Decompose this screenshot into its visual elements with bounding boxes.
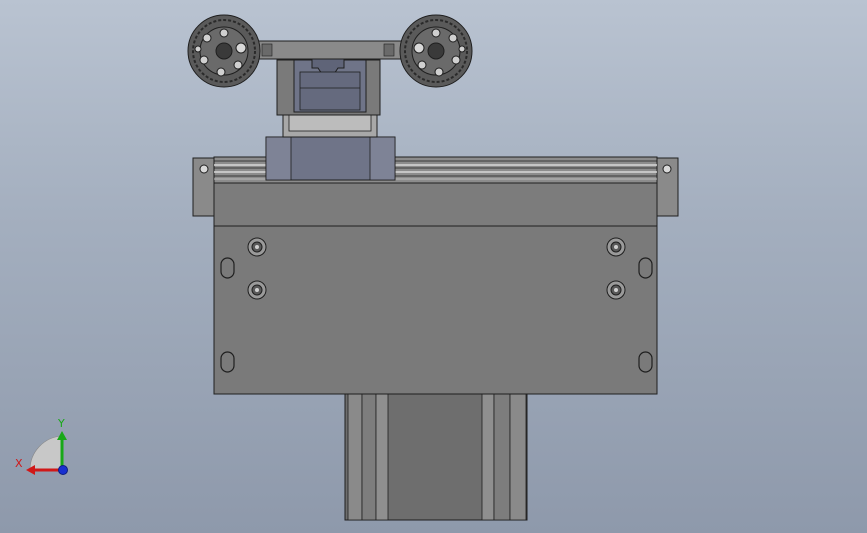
motor-housing — [344, 391, 528, 521]
base-plate — [213, 225, 658, 395]
screw-head — [606, 237, 626, 257]
slot-hole — [638, 351, 653, 373]
screw-head — [247, 280, 267, 300]
mount-hole — [662, 164, 672, 174]
slot-hole — [638, 257, 653, 279]
mount-hole — [199, 164, 209, 174]
z-axis-dot — [58, 465, 68, 475]
slot-hole — [220, 351, 235, 373]
triad-quadrant — [29, 435, 63, 471]
screw-head — [247, 237, 267, 257]
slot-hole — [220, 257, 235, 279]
rail-carriage — [265, 112, 396, 181]
left-wheel — [187, 14, 261, 88]
model-view[interactable]: Y X — [0, 0, 867, 533]
upright-bracket — [276, 57, 381, 116]
x-axis-label: X — [15, 457, 23, 470]
coordinate-triad[interactable]: Y X — [15, 417, 68, 475]
y-axis-arrowhead — [57, 431, 67, 440]
top-crossbar — [239, 40, 403, 60]
right-wheel — [399, 14, 473, 88]
cad-viewport[interactable]: Y X — [0, 0, 867, 533]
screw-head — [606, 280, 626, 300]
y-axis-label: Y — [57, 417, 65, 430]
